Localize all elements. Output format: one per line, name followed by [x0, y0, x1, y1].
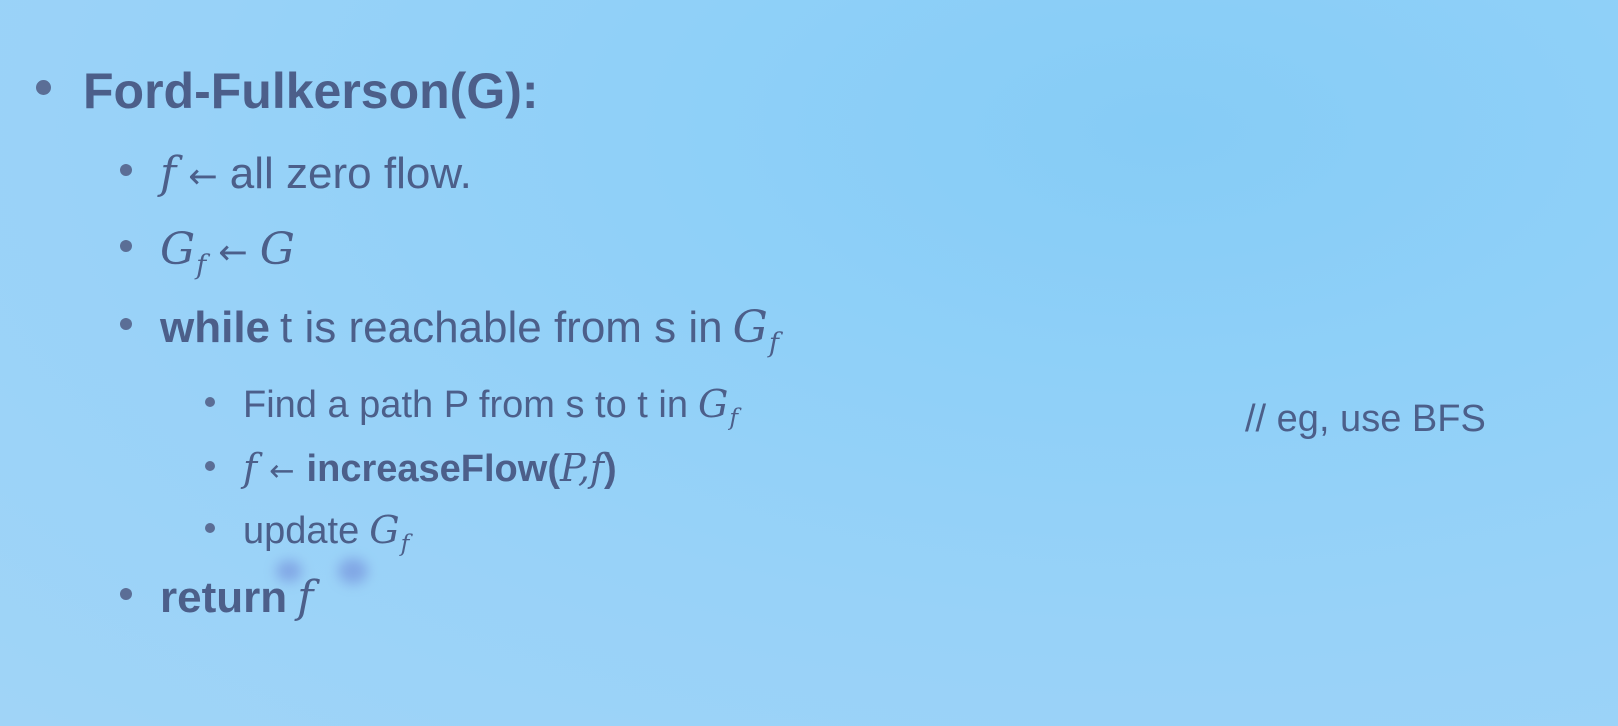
find-path-text: Find a path P from s to t in — [243, 384, 688, 426]
while-keyword: while — [160, 303, 271, 352]
bullet-icon — [120, 588, 132, 600]
increase-flow-call: increaseFlow( — [306, 448, 560, 490]
increase-flow-args: P,f — [559, 446, 604, 490]
algorithm-title-line: Ford-Fulkerson(G): — [36, 62, 539, 120]
flow-variable: f — [243, 446, 258, 490]
bullet-icon — [120, 240, 132, 252]
init-flow-text: all zero flow. — [229, 149, 472, 198]
while-loop-line: while t is reachable from s in Gf — [120, 302, 779, 359]
residual-graph-variable: Gf — [369, 508, 410, 558]
bullet-icon — [205, 461, 215, 471]
residual-graph-variable: Gf — [697, 382, 739, 432]
flow-variable: f — [297, 572, 314, 623]
bfs-comment: // eg, use BFS — [1245, 398, 1486, 440]
increase-flow-close: ) — [603, 448, 617, 490]
residual-subscript: f — [196, 249, 207, 281]
graph-variable: G — [259, 224, 295, 275]
algorithm-title: Ford-Fulkerson(G): — [83, 63, 539, 119]
slide: Ford-Fulkerson(G): f ← all zero flow. Gf… — [0, 0, 1618, 726]
residual-graph-variable: Gf — [732, 302, 779, 359]
update-text: update — [243, 510, 360, 552]
update-residual-line: update Gf — [205, 508, 410, 558]
bullet-icon — [205, 523, 215, 533]
init-flow-line: f ← all zero flow. — [120, 148, 472, 199]
residual-graph-variable: Gf — [160, 224, 207, 281]
assign-arrow-icon: ← — [218, 232, 248, 273]
smudge-mark — [338, 558, 368, 584]
init-residual-line: Gf ← G — [120, 224, 295, 281]
bullet-icon — [120, 318, 132, 330]
smudge-mark — [276, 560, 302, 582]
assign-arrow-icon: ← — [188, 156, 218, 197]
find-path-line: Find a path P from s to t in Gf — [205, 382, 739, 432]
return-keyword: return — [160, 573, 288, 622]
bullet-icon — [205, 397, 215, 407]
bullet-icon — [120, 164, 132, 176]
assign-arrow-icon: ← — [269, 454, 295, 489]
bullet-icon — [36, 80, 51, 95]
increase-flow-line: f ← increaseFlow(P,f) — [205, 446, 617, 491]
flow-variable: f — [160, 148, 177, 199]
while-condition-text: t is reachable from s in — [280, 303, 723, 352]
